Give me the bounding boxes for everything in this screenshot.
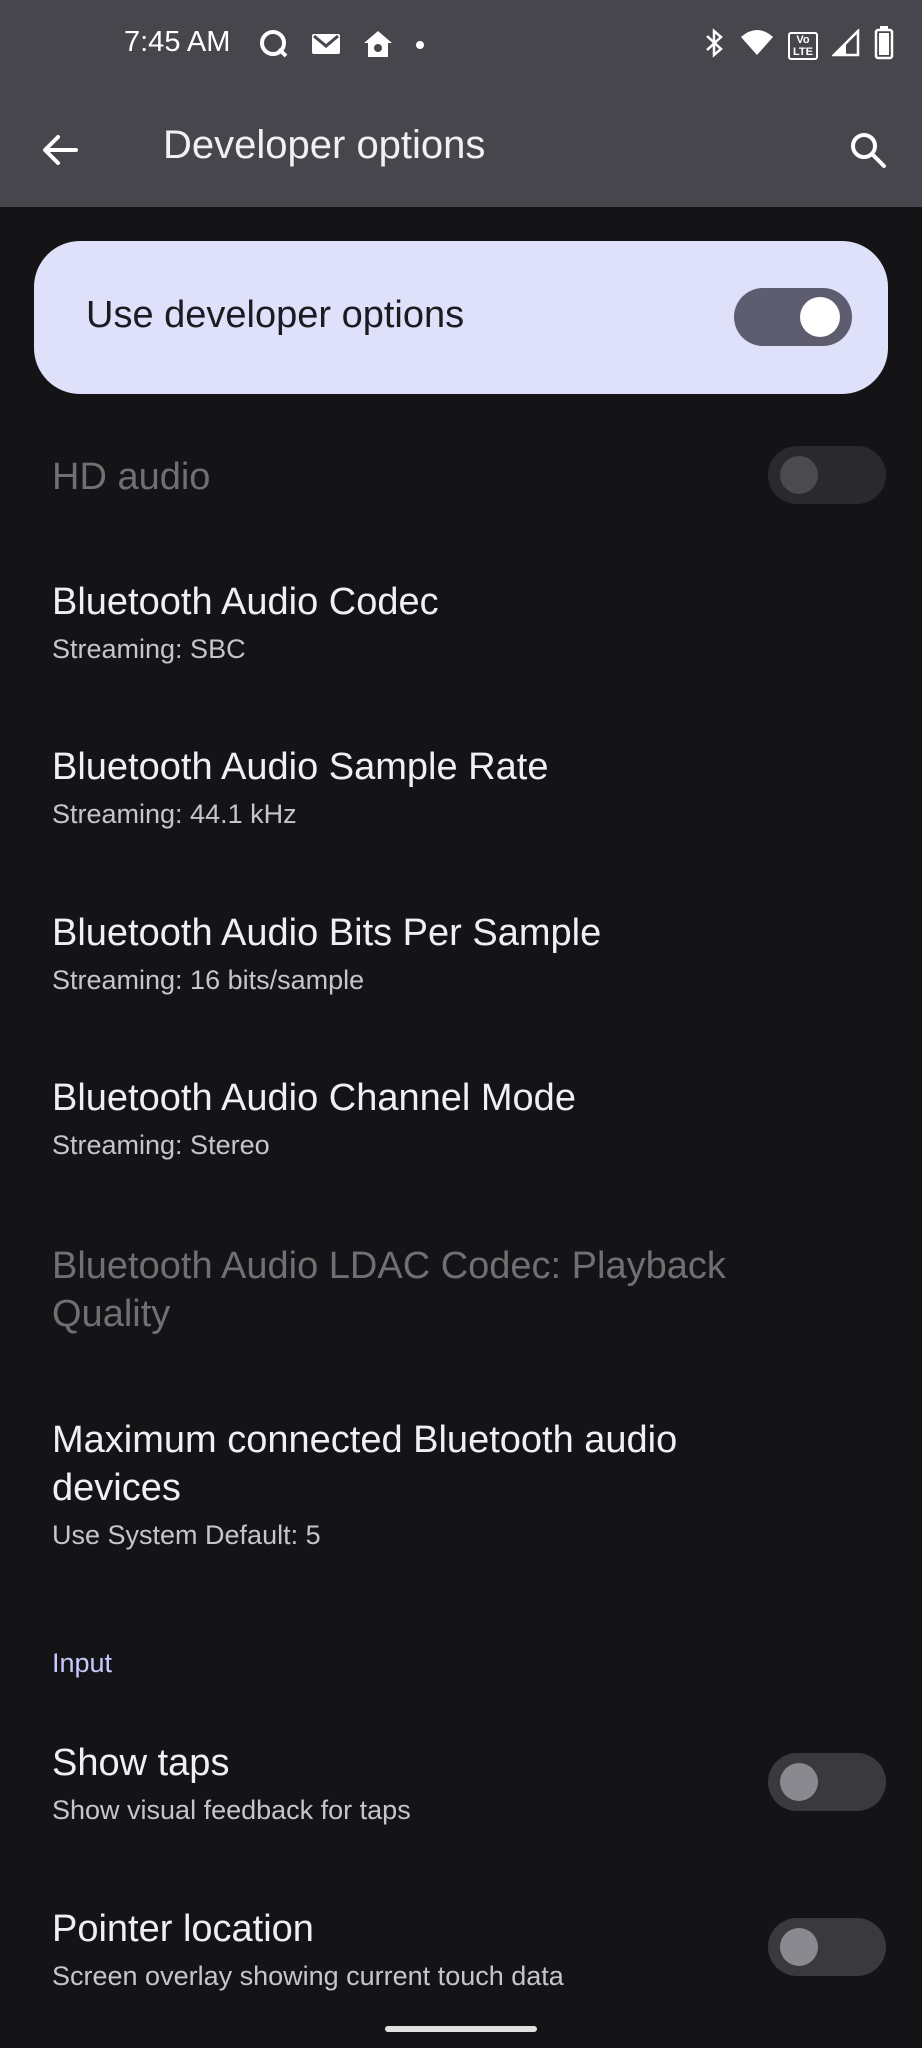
hd-audio-item: HD audio: [52, 453, 792, 501]
search-button[interactable]: [844, 126, 892, 174]
battery-icon: [874, 26, 894, 65]
item-subtitle: Use System Default: 5: [52, 1520, 321, 1550]
max-connected-bluetooth-devices-item[interactable]: Maximum connected Bluetooth audio device…: [52, 1416, 812, 1552]
home-icon: [362, 29, 394, 64]
item-subtitle: Streaming: SBC: [52, 634, 246, 664]
volte-icon: Vo LTE: [788, 31, 818, 60]
item-subtitle: Streaming: Stereo: [52, 1130, 270, 1160]
show-taps-item[interactable]: Show taps Show visual feedback for taps: [52, 1739, 792, 1827]
bluetooth-audio-bits-per-sample-item[interactable]: Bluetooth Audio Bits Per Sample Streamin…: [52, 909, 792, 997]
item-subtitle: Show visual feedback for taps: [52, 1795, 411, 1825]
cellular-signal-icon: [830, 27, 860, 62]
item-title: Bluetooth Audio Codec: [52, 581, 439, 623]
switch-thumb: [780, 456, 818, 494]
bluetooth-audio-channel-mode-item[interactable]: Bluetooth Audio Channel Mode Streaming: …: [52, 1074, 792, 1162]
lte-label: LTE: [793, 45, 813, 58]
section-header-input: Input: [52, 1648, 113, 1678]
volte-label: Vo: [796, 33, 810, 46]
back-button[interactable]: [36, 126, 84, 174]
system-icons: Vo LTE: [704, 26, 894, 65]
item-title: Show taps: [52, 1742, 230, 1784]
gesture-nav-handle[interactable]: [385, 2026, 537, 2032]
status-time: 7:45 AM: [124, 26, 231, 58]
use-developer-options-label: Use developer options: [86, 294, 465, 336]
switch-thumb: [780, 1763, 818, 1801]
hd-audio-switch: [768, 446, 886, 504]
hd-audio-title: HD audio: [52, 456, 211, 498]
use-developer-options-card[interactable]: Use developer options: [34, 241, 888, 394]
item-title: Bluetooth Audio Bits Per Sample: [52, 912, 602, 954]
pointer-location-switch[interactable]: [768, 1918, 886, 1976]
switch-thumb: [800, 297, 840, 337]
switch-thumb: [780, 1928, 818, 1966]
bluetooth-audio-codec-item[interactable]: Bluetooth Audio Codec Streaming: SBC: [52, 578, 792, 666]
more-notifications-dot-icon: [414, 38, 426, 56]
bluetooth-audio-sample-rate-item[interactable]: Bluetooth Audio Sample Rate Streaming: 4…: [52, 743, 792, 831]
item-title: Maximum connected Bluetooth audio device…: [52, 1419, 678, 1509]
status-bar: 7:45 AM Vo LTE: [0, 0, 922, 90]
item-title: Bluetooth Audio LDAC Codec: Playback Qua…: [52, 1245, 726, 1335]
use-developer-options-switch[interactable]: [734, 288, 852, 346]
gmail-icon: [310, 30, 342, 63]
item-title: Pointer location: [52, 1908, 314, 1950]
wifi-icon: [740, 29, 774, 62]
search-icon: [851, 133, 886, 168]
bluetooth-ldac-playback-quality-item: Bluetooth Audio LDAC Codec: Playback Qua…: [52, 1242, 852, 1338]
back-arrow-icon: [43, 135, 78, 165]
pointer-location-item[interactable]: Pointer location Screen overlay showing …: [52, 1905, 792, 1993]
bluetooth-icon: [704, 27, 726, 64]
app-bar: Developer options: [0, 90, 922, 207]
item-title: Bluetooth Audio Channel Mode: [52, 1077, 576, 1119]
item-title: Bluetooth Audio Sample Rate: [52, 746, 549, 788]
page-title: Developer options: [163, 123, 486, 167]
item-subtitle: Streaming: 16 bits/sample: [52, 965, 365, 995]
show-taps-switch[interactable]: [768, 1753, 886, 1811]
notification-icons: [258, 28, 426, 65]
assistant-icon: [258, 28, 290, 65]
item-subtitle: Streaming: 44.1 kHz: [52, 799, 297, 829]
item-subtitle: Screen overlay showing current touch dat…: [52, 1961, 564, 1991]
